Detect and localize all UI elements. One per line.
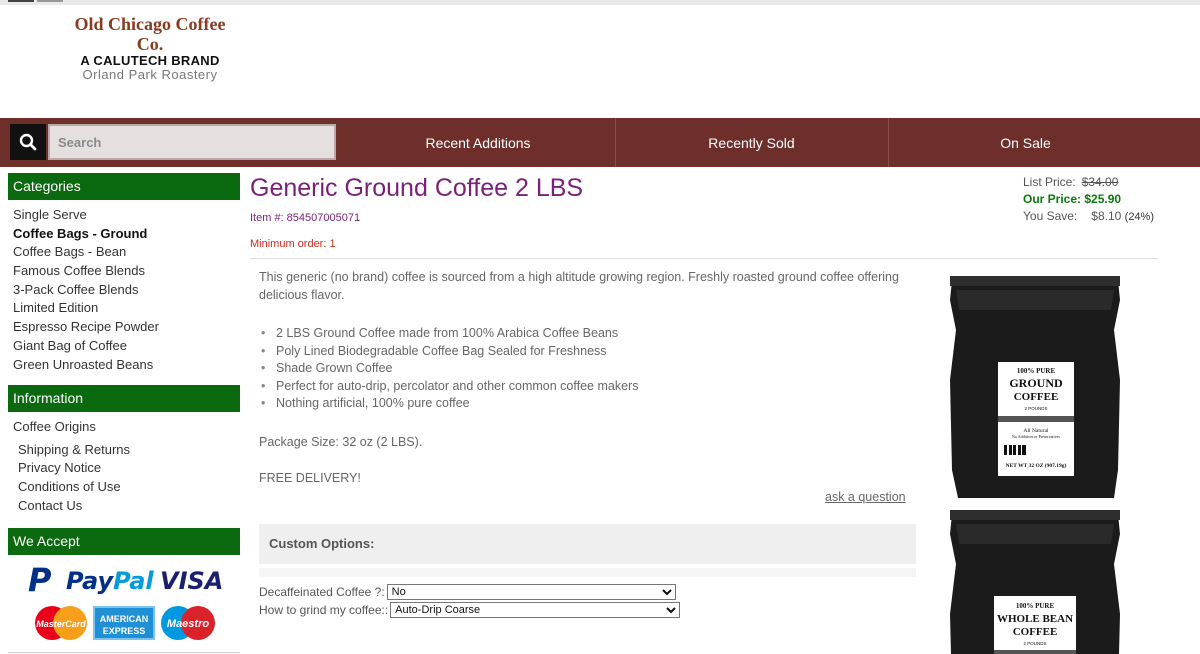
product-title: Generic Ground Coffee 2 LBS xyxy=(250,174,584,202)
sidebar-item-giant-bag[interactable]: Giant Bag of Coffee xyxy=(13,337,243,356)
amex-icon: AMERICAN EXPRESS xyxy=(93,606,155,640)
item-number: Item #: 854507005071 xyxy=(250,212,361,224)
categories-list: Single Serve Coffee Bags - Ground Coffee… xyxy=(13,206,243,374)
bag-text: WHOLE BEAN xyxy=(997,613,1073,625)
mastercard-icon: MasterCard xyxy=(35,606,87,640)
amex-text-1: AMERICAN xyxy=(99,614,149,624)
custom-options-strip xyxy=(259,568,916,577)
bag-text: 100% PURE xyxy=(1016,602,1055,610)
bag-text: 2 POUNDS xyxy=(1024,406,1047,411)
sidebar-item-coffee-bags-bean[interactable]: Coffee Bags - Bean xyxy=(13,243,243,262)
paypal-text-pal: Pal xyxy=(113,567,154,595)
sidebar-item-coffee-origins[interactable]: Coffee Origins xyxy=(13,418,243,437)
sidebar-item-contact-us[interactable]: Contact Us xyxy=(13,497,243,516)
decaf-label: Decaffeinated Coffee ?: xyxy=(259,585,385,599)
sidebar-item-3-pack-blends[interactable]: 3-Pack Coffee Blends xyxy=(13,281,243,300)
visa-logo: VISA xyxy=(160,567,224,595)
logo-line-3: Orland Park Roastery xyxy=(82,67,218,82)
decaf-option-row: Decaffeinated Coffee ?: No xyxy=(259,584,676,600)
paypal-icon: P xyxy=(28,561,52,599)
sidebar-item-coffee-bags-ground[interactable]: Coffee Bags - Ground xyxy=(13,225,243,244)
you-save-value: $8.10 xyxy=(1091,209,1122,223)
product-image-ground[interactable]: 100% PURE GROUND COFFEE 2 POUNDS All Nat… xyxy=(946,270,1124,502)
paypal-text-pay: Pay xyxy=(66,567,114,595)
you-save-label: You Save: xyxy=(1023,209,1078,223)
paypal-wordmark: PayPal xyxy=(66,566,154,596)
bag-text: 100% PURE xyxy=(1017,367,1056,375)
feature-item: Nothing artificial, 100% pure coffee xyxy=(259,395,919,413)
nav-on-sale[interactable]: On Sale xyxy=(888,118,1162,167)
grind-option-row: How to grind my coffee:: Auto-Drip Coars… xyxy=(259,602,681,618)
information-list: Coffee Origins Shipping & Returns Privac… xyxy=(13,418,243,515)
amex-text-2: EXPRESS xyxy=(102,626,146,636)
we-accept-header: We Accept xyxy=(8,528,240,555)
grind-label: How to grind my coffee:: xyxy=(259,603,389,617)
bag-text: 2 POUNDS xyxy=(1023,641,1046,646)
top-strip-tab xyxy=(37,0,63,2)
free-delivery: FREE DELIVERY! xyxy=(259,471,361,485)
you-save-percent: (24%) xyxy=(1124,211,1154,223)
search-icon xyxy=(19,133,37,151)
bag-text: No Additives or Preservatives xyxy=(1012,434,1060,439)
bag-text: COFFEE xyxy=(1013,626,1058,638)
search-button[interactable] xyxy=(10,124,46,160)
bag-text: NET WT 32 OZ (907.19g) xyxy=(1006,462,1067,469)
logo-line-1: Old Chicago Coffee Co. xyxy=(74,14,226,54)
sidebar-item-shipping-returns[interactable]: Shipping & Returns xyxy=(13,441,243,460)
product-description: This generic (no brand) coffee is source… xyxy=(259,270,899,302)
sidebar-item-single-serve[interactable]: Single Serve xyxy=(13,206,243,225)
browser-top-strip xyxy=(0,0,1200,5)
custom-options-header: Custom Options: xyxy=(259,524,916,564)
ask-question-link[interactable]: ask a question xyxy=(825,490,906,504)
price-box: List Price: $34.00 Our Price: $25.90 You … xyxy=(1023,174,1154,225)
feature-item: Poly Lined Biodegradable Coffee Bag Seal… xyxy=(259,343,919,361)
maestro-text: Maestro xyxy=(167,618,209,630)
feature-item: Shade Grown Coffee xyxy=(259,360,919,378)
product-image-whole-bean[interactable]: 100% PURE WHOLE BEAN COFFEE 2 POUNDS xyxy=(946,508,1124,654)
information-header: Information xyxy=(8,385,240,412)
mastercard-text: MasterCard xyxy=(36,619,86,629)
decaf-select[interactable]: No xyxy=(386,584,676,600)
our-price-row: Our Price: $25.90 xyxy=(1023,191,1154,208)
site-logo[interactable]: Old Chicago Coffee Co. A CALUTECH BRAND … xyxy=(70,14,230,82)
grind-select[interactable]: Auto-Drip Coarse xyxy=(390,602,681,618)
feature-item: Perfect for auto-drip, percolator and ot… xyxy=(259,378,919,396)
bag-text: COFFEE xyxy=(1014,391,1059,403)
sidebar-item-green-beans[interactable]: Green Unroasted Beans xyxy=(13,356,243,375)
package-size: Package Size: 32 oz (2 LBS). xyxy=(259,435,423,449)
nav-recent-additions[interactable]: Recent Additions xyxy=(342,118,614,167)
feature-list: 2 LBS Ground Coffee made from 100% Arabi… xyxy=(259,325,919,413)
nav-recently-sold[interactable]: Recently Sold xyxy=(615,118,887,167)
list-price-row: List Price: $34.00 xyxy=(1023,174,1154,191)
bag-text: GROUND xyxy=(1009,376,1063,390)
sidebar-divider xyxy=(8,652,240,653)
list-price-label: List Price: xyxy=(1023,175,1076,189)
maestro-icon: Maestro xyxy=(161,606,215,640)
top-strip-tab xyxy=(8,0,34,2)
list-price-value: $34.00 xyxy=(1081,175,1119,189)
sidebar-item-privacy-notice[interactable]: Privacy Notice xyxy=(13,459,243,478)
sidebar-item-conditions-of-use[interactable]: Conditions of Use xyxy=(13,478,243,497)
search-input[interactable] xyxy=(48,124,336,160)
sidebar-item-espresso-powder[interactable]: Espresso Recipe Powder xyxy=(13,318,243,337)
card-logos: MasterCard AMERICAN EXPRESS Maestro xyxy=(32,604,218,642)
divider xyxy=(250,258,1158,259)
paypal-visa-logo: P PayPal VISA xyxy=(28,562,228,598)
categories-header: Categories xyxy=(8,173,240,200)
feature-item: 2 LBS Ground Coffee made from 100% Arabi… xyxy=(259,325,919,343)
sidebar-item-limited-edition[interactable]: Limited Edition xyxy=(13,299,243,318)
sidebar-item-famous-blends[interactable]: Famous Coffee Blends xyxy=(13,262,243,281)
logo-line-2: A CALUTECH BRAND xyxy=(80,53,220,68)
our-price-label: Our Price: xyxy=(1023,192,1082,206)
minimum-order: Minimum order: 1 xyxy=(250,238,336,250)
top-navbar: Recent Additions Recently Sold On Sale xyxy=(0,118,1200,167)
you-save-row: You Save: $8.10 (24%) xyxy=(1023,208,1154,225)
our-price-value: $25.90 xyxy=(1084,192,1122,206)
